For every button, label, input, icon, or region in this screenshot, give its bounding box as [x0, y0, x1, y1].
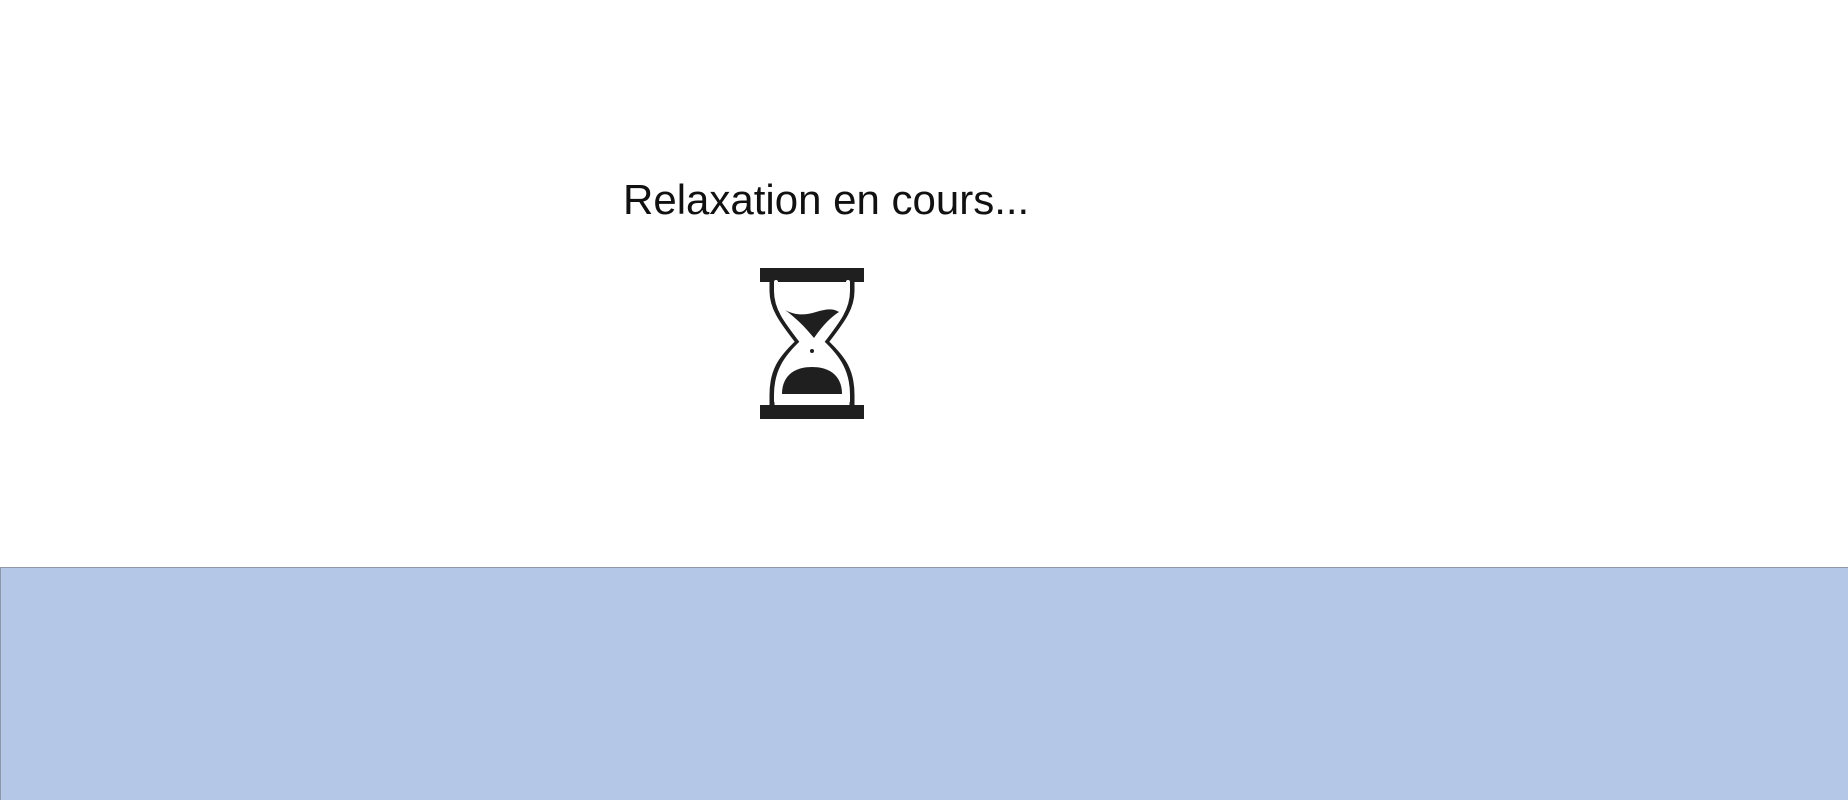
relaxation-status-text: Relaxation en cours...: [623, 176, 1030, 223]
hourglass-top-bar: [760, 268, 864, 282]
hourglass-bottom-sand: [782, 367, 842, 394]
relaxation-screen: Relaxation en cours...: [0, 0, 1848, 800]
falling-sand-grain: [810, 349, 814, 353]
bottom-panel: [0, 567, 1848, 800]
hourglass-icon: [758, 267, 866, 420]
hourglass-bottom-bar: [760, 405, 864, 419]
